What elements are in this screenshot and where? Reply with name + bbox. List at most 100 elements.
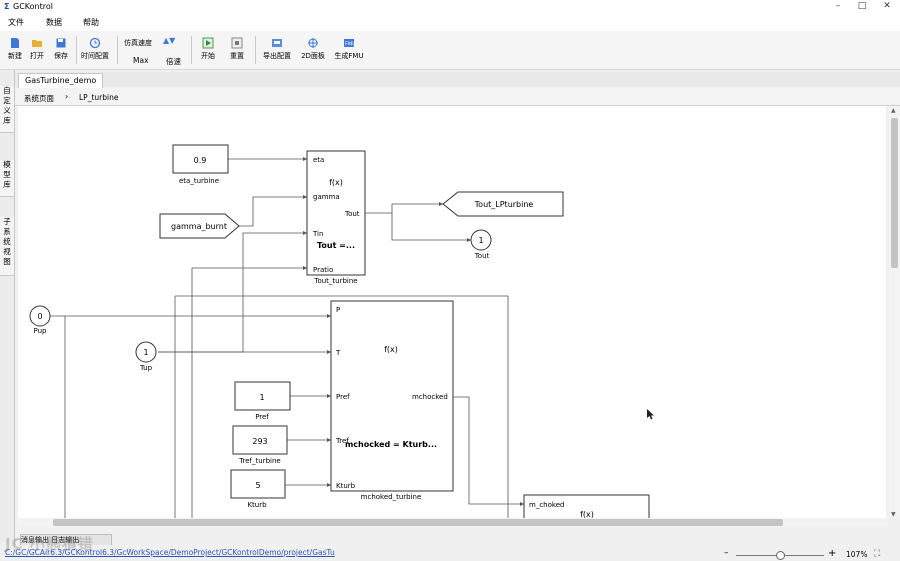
generate-fmu-button[interactable]: FMU 生成FMU — [334, 35, 364, 67]
block-diagram: 0.9 eta_turbine gamma_burnt eta gamma Ti… — [29, 144, 654, 518]
zoom-slider-handle[interactable] — [776, 551, 785, 560]
sim-speed-select[interactable]: Max — [133, 56, 149, 65]
pup-label: Pup — [34, 327, 48, 335]
mchoked-fx: f(x) — [384, 345, 398, 354]
breadcrumb-chevron-icon: › — [65, 92, 69, 101]
minimize-icon[interactable]: – — [827, 0, 849, 13]
title-bar — [0, 0, 900, 13]
tout-port-eta: eta — [313, 156, 324, 164]
window-title: GCKontrol — [13, 2, 53, 11]
mchoked-port-p: P — [336, 306, 340, 314]
clock-icon — [89, 37, 101, 49]
save-button[interactable]: 保存 — [46, 35, 76, 67]
time-config-label: 时间配置 — [81, 52, 109, 60]
tout-port-tin: Tin — [312, 230, 323, 238]
export-label: 导出配置 — [263, 52, 291, 60]
play-icon — [202, 37, 214, 49]
panel-2d-label: 2D面板 — [301, 52, 325, 60]
speed-up-down-icon[interactable]: ▲▼ — [163, 36, 175, 45]
save-icon — [56, 38, 66, 48]
model-library-tab[interactable]: 模型库 — [0, 160, 14, 197]
mchoked-port-kturb: Kturb — [336, 482, 356, 490]
time-config-button[interactable]: 时间配置 — [80, 35, 110, 67]
mchoked-port-t: T — [335, 349, 341, 357]
close-icon[interactable]: ✕ — [876, 0, 898, 13]
breadcrumb — [15, 88, 900, 106]
mchoked-port-out: mchocked — [412, 393, 448, 401]
pup-number: 0 — [37, 312, 42, 321]
m-choked-port: m_choked — [529, 501, 564, 509]
tup-label: Tup — [139, 364, 153, 372]
tout-outport-number: 1 — [478, 236, 483, 245]
scroll-down-icon[interactable]: ▼ — [891, 511, 896, 518]
menu-data[interactable]: 数据 — [46, 17, 62, 28]
new-file-icon — [11, 38, 19, 48]
tout-outport-label: Tout — [474, 252, 490, 260]
save-label: 保存 — [54, 52, 68, 60]
mchoked-block-label: mchoked_turbine — [361, 493, 422, 501]
m-choked-fx: f(x) — [580, 510, 594, 518]
left-dock — [0, 70, 15, 550]
tref-label: Tref_turbine — [238, 457, 280, 465]
horizontal-scroll-thumb[interactable] — [53, 519, 783, 526]
export-icon — [272, 39, 282, 47]
zoom-level: 107% — [846, 550, 868, 559]
export-config-button[interactable]: 导出配置 — [262, 35, 292, 67]
subsystem-view-label: 子系统视图 — [3, 217, 11, 266]
menu-bar — [0, 13, 900, 31]
tab-gasturbine-demo[interactable]: GasTurbine_demo — [18, 73, 104, 88]
tout-port-pratio: Pratio — [313, 266, 333, 274]
kturb-value: 5 — [255, 481, 260, 490]
toolbar-separator — [255, 36, 256, 64]
eta-value: 0.9 — [194, 156, 207, 165]
toolbar-separator — [191, 36, 192, 64]
zoom-in-icon[interactable]: + — [828, 548, 836, 559]
speed-mode[interactable]: 倍速 — [166, 56, 181, 67]
breadcrumb-system-page[interactable]: 系统页面 — [24, 93, 54, 104]
menu-help[interactable]: 帮助 — [83, 17, 99, 28]
reset-label: 重置 — [230, 52, 244, 60]
reset-button[interactable]: 重置 — [222, 35, 252, 67]
model-library-label: 模型库 — [3, 160, 11, 189]
mouse-cursor-icon — [647, 409, 654, 420]
vertical-scroll-thumb[interactable] — [891, 118, 898, 268]
tab-strip — [15, 72, 900, 87]
zoom-out-icon[interactable]: – — [724, 548, 729, 558]
pref-label: Pref — [255, 413, 269, 421]
tout-port-gamma: gamma — [313, 193, 340, 201]
pref-value: 1 — [259, 393, 264, 402]
fmu-icon: FMU — [344, 39, 355, 48]
tout-block-label: Tout_turbine — [313, 277, 357, 285]
app-logo-icon: Σ — [4, 2, 10, 11]
mchoked-port-pref: Pref — [336, 393, 350, 401]
svg-text:FMU: FMU — [345, 42, 355, 48]
scroll-up-icon[interactable]: ▲ — [891, 107, 896, 114]
start-button[interactable]: 开始 — [193, 35, 223, 67]
maximize-icon[interactable]: □ — [851, 0, 873, 13]
start-label: 开始 — [201, 52, 215, 60]
reset-icon — [231, 37, 243, 49]
custom-library-tab[interactable]: 自定义库 — [0, 86, 14, 133]
tout-lpturbine-label: Tout_LPturbine — [474, 200, 534, 209]
toolbar-separator — [117, 36, 118, 64]
tout-expression: Tout =... — [317, 241, 355, 250]
tout-port-out: Tout — [344, 210, 360, 218]
panel-2d-icon — [308, 38, 318, 48]
custom-library-label: 自定义库 — [3, 86, 11, 125]
fmu-label: 生成FMU — [334, 52, 364, 60]
tref-value: 293 — [252, 437, 267, 446]
tout-fx: f(x) — [329, 178, 343, 187]
diagram-canvas[interactable]: 0.9 eta_turbine gamma_burnt eta gamma Ti… — [18, 106, 886, 518]
gamma-burnt-label: gamma_burnt — [171, 222, 227, 231]
tup-number: 1 — [143, 348, 148, 357]
fit-to-screen-icon[interactable]: ⛶ — [874, 549, 880, 559]
panel-2d-button[interactable]: 2D面板 — [298, 35, 328, 67]
mchoked-expression: mchocked = Kturb... — [345, 440, 437, 449]
toolbar-separator — [76, 36, 77, 64]
folder-icon — [32, 40, 42, 47]
breadcrumb-lp-turbine[interactable]: LP_turbine — [79, 93, 118, 102]
sim-speed-label: 仿真速度 — [124, 39, 152, 47]
subsystem-view-tab[interactable]: 子系统视图 — [0, 217, 14, 276]
menu-file[interactable]: 文件 — [8, 17, 24, 28]
project-path-link[interactable]: C:/GC/GCAir6.3/GCKontrol6.3/GcWorkSpace/… — [5, 548, 335, 557]
